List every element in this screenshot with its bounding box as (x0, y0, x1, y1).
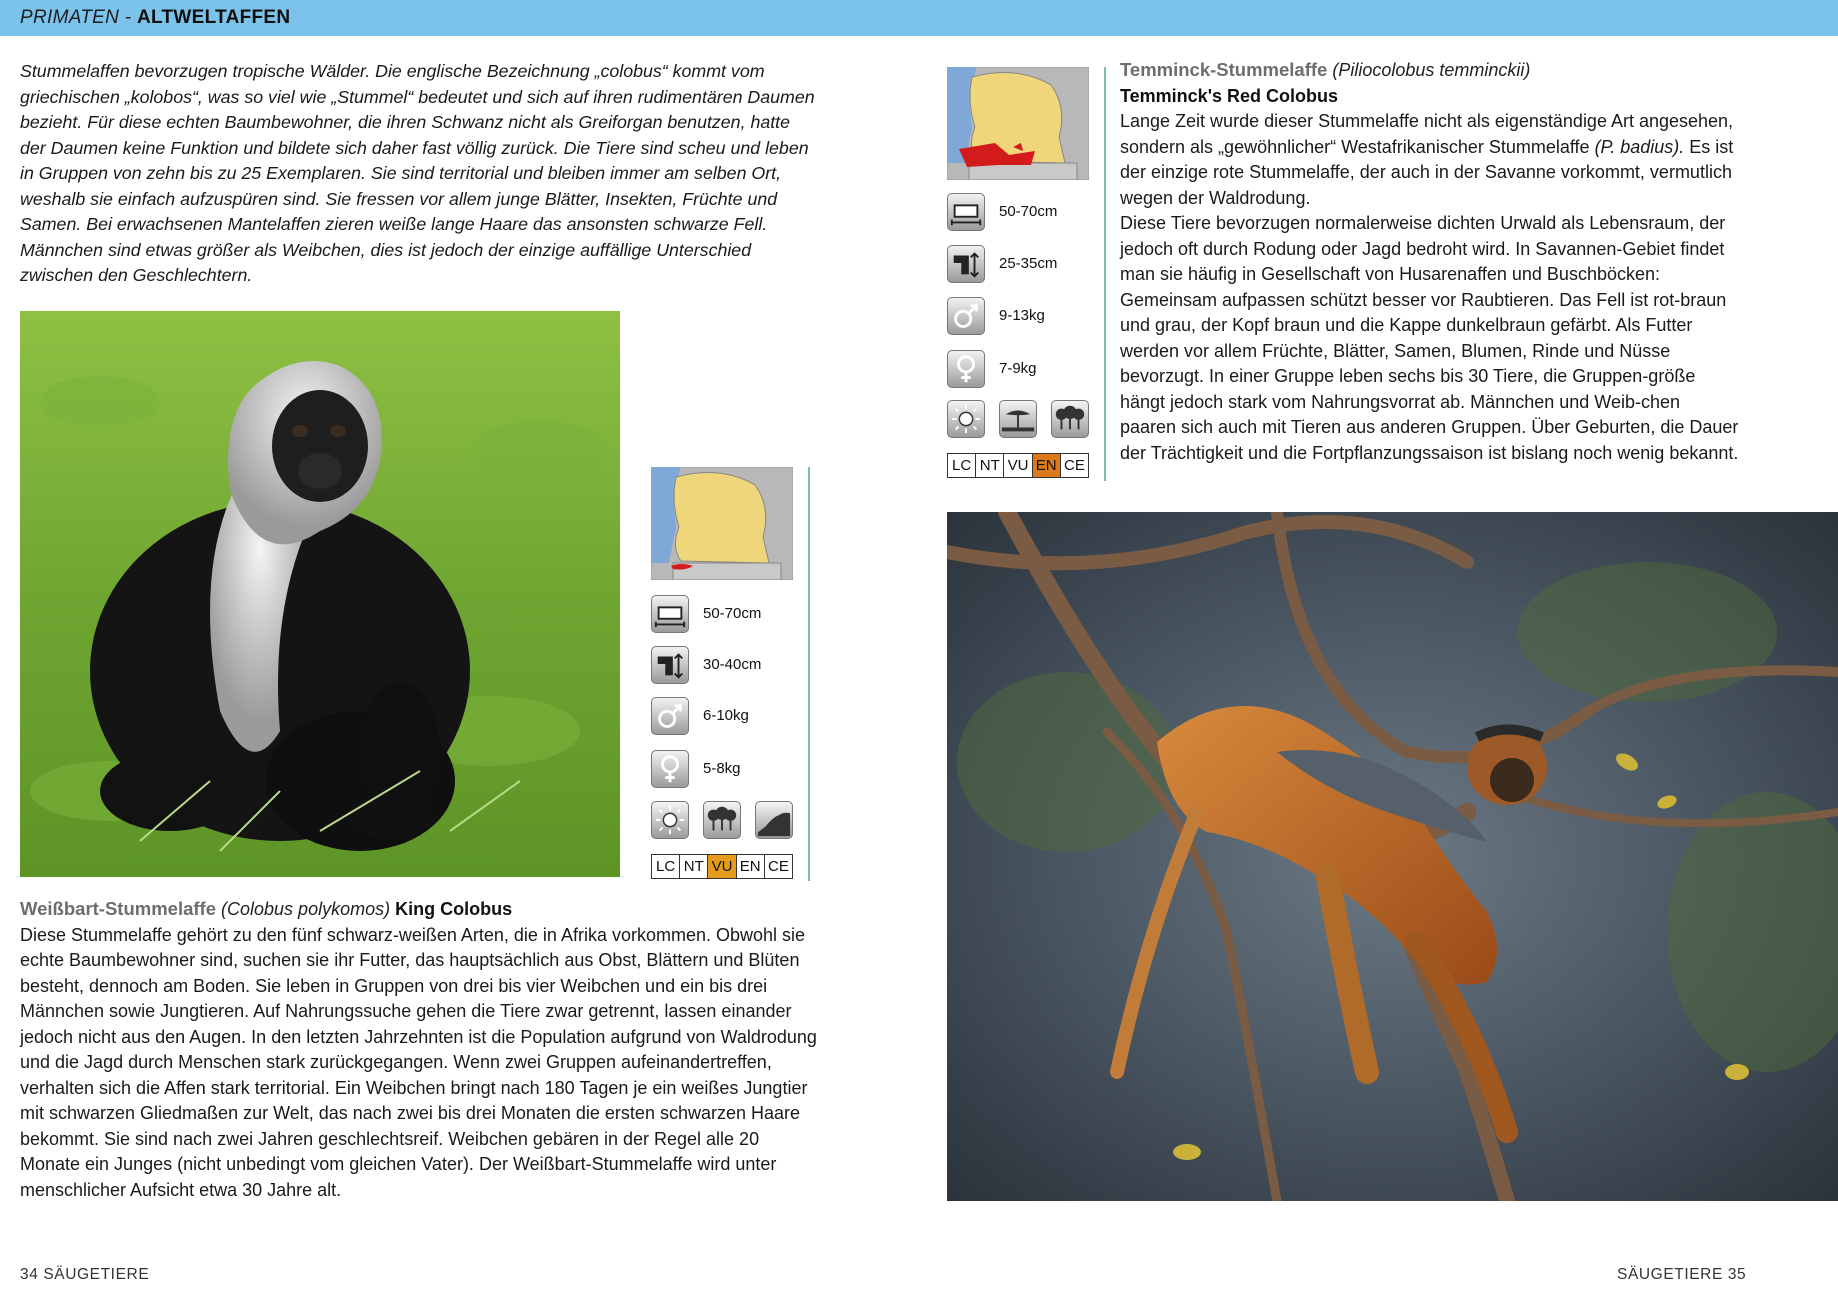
female-weight-row: 5-8kg (651, 750, 801, 788)
species-latin-name: (Colobus polykomos) (221, 899, 391, 919)
species-name: Weißbart-Stummelaffe (20, 898, 216, 919)
tail-length-icon (651, 646, 689, 684)
species-name: Temminck-Stummelaffe (1120, 59, 1328, 80)
male-weight-value: 6-10kg (703, 707, 749, 724)
tail-length-row: 30-40cm (651, 646, 801, 684)
habitat-icons (651, 801, 793, 839)
species-latin-name: (Piliocolobus temminckii) (1332, 60, 1531, 80)
species-heading: Weißbart-Stummelaffe (Colobus polykomos)… (20, 896, 820, 923)
section-heading: PRIMATEN - ALTWELTAFFEN (20, 7, 290, 29)
species-english-name: Temminck's Red Colobus (1120, 85, 1338, 106)
forest-icon (703, 801, 741, 839)
body-length-row: 50-70cm (947, 193, 1097, 231)
iucn-vu: VU (1004, 454, 1033, 477)
temminck-colobus-infobox: 50-70cm 25-35cm 9-13kg 7-9kg LC NT VU EN (947, 67, 1097, 481)
infobox-divider (808, 467, 810, 881)
species-english-name: King Colobus (395, 899, 513, 919)
iucn-vu: VU (708, 855, 737, 878)
intro-paragraph: Stummelaffen bevorzugen tropische Wälder… (20, 59, 820, 289)
iucn-lc: LC (652, 855, 681, 878)
iucn-status-bar: LC NT VU EN CE (947, 453, 1089, 478)
iucn-ce: CE (1063, 457, 1085, 474)
iucn-ce: CE (767, 858, 789, 875)
species-description: Lange Zeit wurde dieser Stummelaffe nich… (1120, 109, 1740, 211)
body-length-icon (947, 193, 985, 231)
range-map (651, 467, 793, 580)
intro-text: Stummelaffen bevorzugen tropische Wälder… (20, 61, 815, 285)
tail-length-value: 30-40cm (703, 656, 762, 673)
description-italic-name: (P. badius). (1594, 136, 1685, 157)
savanna-tree-icon (999, 400, 1037, 438)
species-description: Diese Stummelaffe gehört zu den fünf sch… (20, 924, 817, 1200)
forest-icon (1051, 400, 1089, 438)
iucn-en: EN (737, 855, 765, 878)
sun-icon (651, 801, 689, 839)
tail-length-value: 25-35cm (999, 255, 1058, 272)
species-english-heading: Temminck's Red Colobus (1120, 84, 1740, 110)
female-symbol-icon (947, 350, 985, 388)
king-colobus-text: Weißbart-Stummelaffe (Colobus polykomos)… (20, 896, 820, 1203)
infobox-divider (1104, 67, 1106, 481)
temminck-colobus-photo (947, 512, 1838, 1201)
iucn-status-bar: LC NT VU EN CE (651, 854, 793, 879)
range-map (947, 67, 1089, 180)
tail-length-row: 25-35cm (947, 245, 1097, 283)
body-length-icon (651, 595, 689, 633)
male-symbol-icon (651, 697, 689, 735)
section-header-bar: PRIMATEN - ALTWELTAFFEN (0, 0, 1838, 36)
page-number-right: SÄUGETIERE 35 (1617, 1266, 1747, 1283)
iucn-en: EN (1032, 454, 1061, 477)
section-label: PRIMATEN - (20, 7, 132, 28)
king-colobus-infobox: 50-70cm 30-40cm 6-10kg 5-8kg LC NT VU EN (651, 467, 801, 881)
habitat-icons (947, 400, 1089, 438)
hill-icon (755, 801, 793, 839)
male-symbol-icon (947, 297, 985, 335)
male-weight-row: 9-13kg (947, 297, 1097, 335)
iucn-nt: NT (680, 855, 709, 878)
female-weight-value: 7-9kg (999, 360, 1037, 377)
species-heading: Temminck-Stummelaffe (Piliocolobus temmi… (1120, 57, 1740, 84)
male-weight-row: 6-10kg (651, 697, 801, 735)
page-number-left: 34 SÄUGETIERE (20, 1266, 150, 1283)
female-weight-row: 7-9kg (947, 350, 1097, 388)
iucn-lc: LC (948, 454, 977, 477)
body-length-value: 50-70cm (999, 203, 1058, 220)
female-weight-value: 5-8kg (703, 760, 741, 777)
iucn-nt: NT (976, 454, 1005, 477)
body-length-row: 50-70cm (651, 595, 801, 633)
male-weight-value: 9-13kg (999, 307, 1045, 324)
female-symbol-icon (651, 750, 689, 788)
section-title: ALTWELTAFFEN (136, 7, 291, 28)
tail-length-icon (947, 245, 985, 283)
temminck-colobus-text: Temminck-Stummelaffe (Piliocolobus temmi… (1120, 57, 1740, 466)
species-description-continued: Diese Tiere bevorzugen normalerweise dic… (1120, 213, 1739, 463)
body-length-value: 50-70cm (703, 605, 762, 622)
king-colobus-photo (20, 311, 620, 877)
sun-icon (947, 400, 985, 438)
